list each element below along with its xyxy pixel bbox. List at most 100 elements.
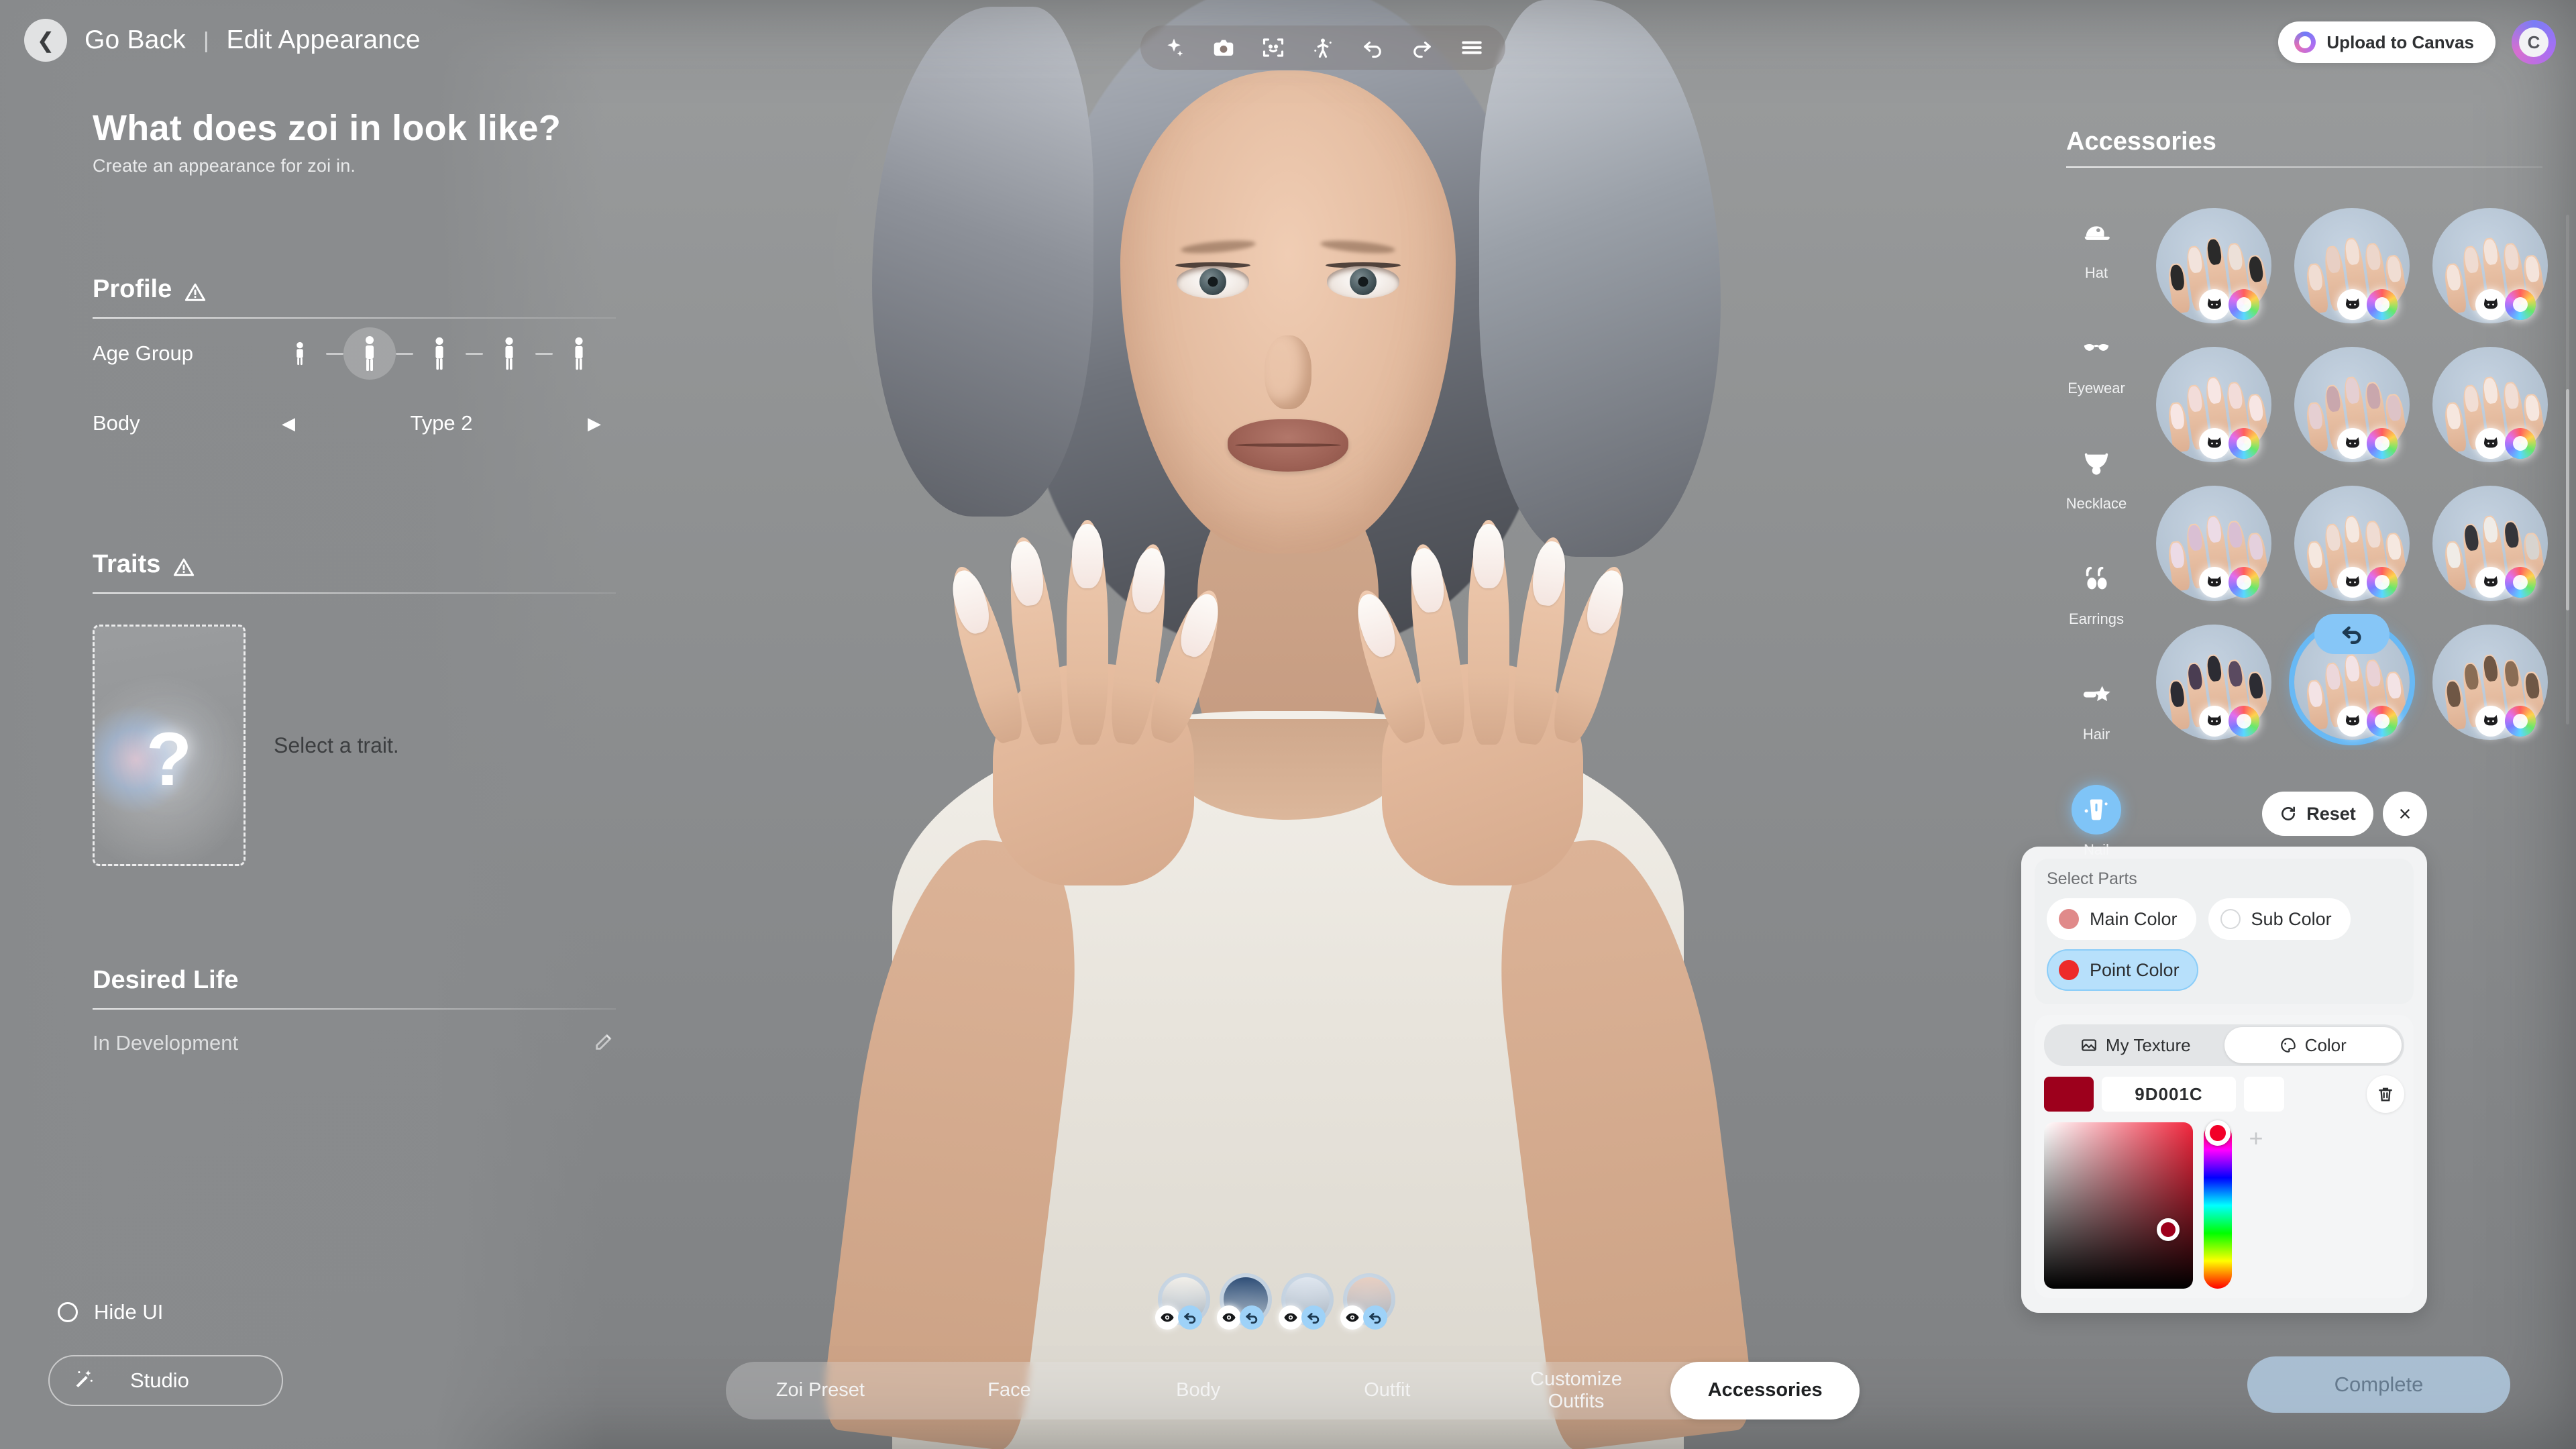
accessory-item[interactable] (2147, 616, 2281, 747)
back-arrow-icon[interactable]: ❮ (24, 19, 67, 62)
cat-face-icon[interactable] (2475, 567, 2506, 598)
add-swatch-button[interactable]: + (2243, 1126, 2269, 1153)
part-chip-point-color[interactable]: Point Color (2047, 949, 2198, 991)
complete-button[interactable]: Complete (2247, 1356, 2510, 1413)
accessory-item[interactable] (2423, 478, 2557, 608)
category-necklace[interactable]: Necklace (2053, 439, 2140, 513)
age-option-3[interactable] (413, 327, 466, 380)
tab-my-texture[interactable]: My Texture (2047, 1027, 2224, 1063)
accessory-scrollbar[interactable] (2566, 215, 2569, 724)
tab-zoi-preset[interactable]: Zoi Preset (726, 1379, 915, 1401)
color-wheel-icon[interactable] (2229, 567, 2259, 598)
body-prev-button[interactable]: ◀ (274, 413, 303, 434)
hue-knob[interactable] (2205, 1120, 2231, 1146)
tab-accessories[interactable]: Accessories (1670, 1362, 1860, 1419)
body-stepper[interactable]: ◀ Type 2 ▶ (274, 411, 609, 435)
accessory-item[interactable] (2147, 339, 2281, 470)
current-color-swatch[interactable] (2044, 1077, 2094, 1112)
cat-face-icon[interactable] (2199, 706, 2230, 737)
cat-face-icon[interactable] (2475, 289, 2506, 320)
color-wheel-icon[interactable] (2229, 289, 2259, 320)
color-wheel-icon[interactable] (2505, 706, 2536, 737)
age-option-1[interactable] (274, 327, 326, 380)
accessory-item[interactable] (2285, 616, 2419, 747)
category-earrings[interactable]: Earrings (2053, 554, 2140, 628)
cat-face-icon[interactable] (2337, 289, 2368, 320)
camera-icon[interactable] (1210, 34, 1237, 61)
cat-face-icon[interactable] (2337, 567, 2368, 598)
cat-face-icon[interactable] (2337, 428, 2368, 459)
go-back-group[interactable]: ❮ Go Back | Edit Appearance (24, 19, 421, 62)
face-frame-icon[interactable] (1260, 34, 1287, 61)
eye-icon[interactable] (1217, 1305, 1241, 1330)
tab-face[interactable]: Face (915, 1379, 1104, 1401)
cat-face-icon[interactable] (2199, 428, 2230, 459)
go-back-label[interactable]: Go Back (85, 25, 186, 55)
trait-slot-empty[interactable]: ? (93, 625, 246, 866)
close-button[interactable]: × (2383, 792, 2427, 836)
category-hair[interactable]: Hair (2053, 669, 2140, 743)
accessory-item[interactable] (2423, 616, 2557, 747)
delete-button[interactable] (2367, 1075, 2404, 1113)
body-pose-icon[interactable] (1309, 34, 1336, 61)
body-next-button[interactable]: ▶ (580, 413, 609, 434)
hide-ui-radio[interactable] (58, 1302, 78, 1322)
color-wheel-icon[interactable] (2367, 567, 2398, 598)
reset-item-badge[interactable] (2314, 614, 2390, 654)
color-wheel-icon[interactable] (2229, 428, 2259, 459)
age-option-5[interactable] (553, 327, 605, 380)
accessory-item[interactable] (2285, 339, 2419, 470)
category-eyewear[interactable]: Eyewear (2053, 323, 2140, 397)
undo-icon[interactable] (1178, 1305, 1202, 1330)
hue-slider[interactable] (2204, 1122, 2232, 1289)
part-chip-main-color[interactable]: Main Color (2047, 898, 2196, 940)
color-wheel-icon[interactable] (2229, 706, 2259, 737)
eye-icon[interactable] (1340, 1305, 1364, 1330)
eye-icon[interactable] (1279, 1305, 1303, 1330)
color-wheel-icon[interactable] (2505, 567, 2536, 598)
cat-face-icon[interactable] (2475, 428, 2506, 459)
accessory-grid[interactable] (2147, 200, 2563, 750)
color-wheel-icon[interactable] (2505, 289, 2536, 320)
part-chip-sub-color[interactable]: Sub Color (2208, 898, 2351, 940)
accessory-item[interactable] (2147, 478, 2281, 608)
tab-customize-outfits[interactable]: CustomizeOutfits (1482, 1368, 1671, 1413)
color-wheel-icon[interactable] (2505, 428, 2536, 459)
cat-face-icon[interactable] (2199, 567, 2230, 598)
undo-icon[interactable] (1301, 1305, 1326, 1330)
top-slot[interactable] (1158, 1273, 1210, 1326)
category-hat[interactable]: Hat (2053, 208, 2140, 282)
age-group-selector[interactable] (274, 327, 605, 380)
menu-icon[interactable] (1458, 34, 1485, 61)
age-option-4[interactable] (483, 327, 535, 380)
saturation-value-field[interactable] (2044, 1122, 2193, 1289)
texture-color-segmented[interactable]: My Texture Color (2044, 1024, 2404, 1066)
shoes-slot[interactable] (1281, 1273, 1334, 1326)
color-wheel-icon[interactable] (2367, 289, 2398, 320)
accessory-item[interactable] (2147, 200, 2281, 331)
sparkle-icon[interactable] (1161, 34, 1187, 61)
color-wheel-icon[interactable] (2367, 706, 2398, 737)
sv-knob[interactable] (2157, 1218, 2180, 1241)
accessory-item[interactable] (2285, 200, 2419, 331)
undo-icon[interactable] (1359, 34, 1386, 61)
hex-value[interactable]: 9D001C (2102, 1077, 2236, 1112)
undo-icon[interactable] (1240, 1305, 1264, 1330)
avatar[interactable]: C (2512, 20, 2556, 64)
color-wheel-icon[interactable] (2367, 428, 2398, 459)
nail-slot[interactable] (1343, 1273, 1395, 1326)
eye-icon[interactable] (1155, 1305, 1179, 1330)
accessory-item[interactable] (2423, 200, 2557, 331)
redo-icon[interactable] (1409, 34, 1436, 61)
upload-to-canvas-button[interactable]: Upload to Canvas (2278, 21, 2496, 63)
cat-face-icon[interactable] (2199, 289, 2230, 320)
accessory-item[interactable] (2285, 478, 2419, 608)
bottom-slot[interactable] (1220, 1273, 1272, 1326)
tab-body[interactable]: Body (1104, 1379, 1293, 1401)
hide-ui-toggle[interactable]: Hide UI (58, 1300, 163, 1324)
age-option-2[interactable] (343, 327, 396, 380)
reset-button[interactable]: Reset (2262, 792, 2373, 836)
cat-face-icon[interactable] (2337, 706, 2368, 737)
undo-icon[interactable] (1363, 1305, 1387, 1330)
tab-outfit[interactable]: Outfit (1293, 1379, 1482, 1401)
